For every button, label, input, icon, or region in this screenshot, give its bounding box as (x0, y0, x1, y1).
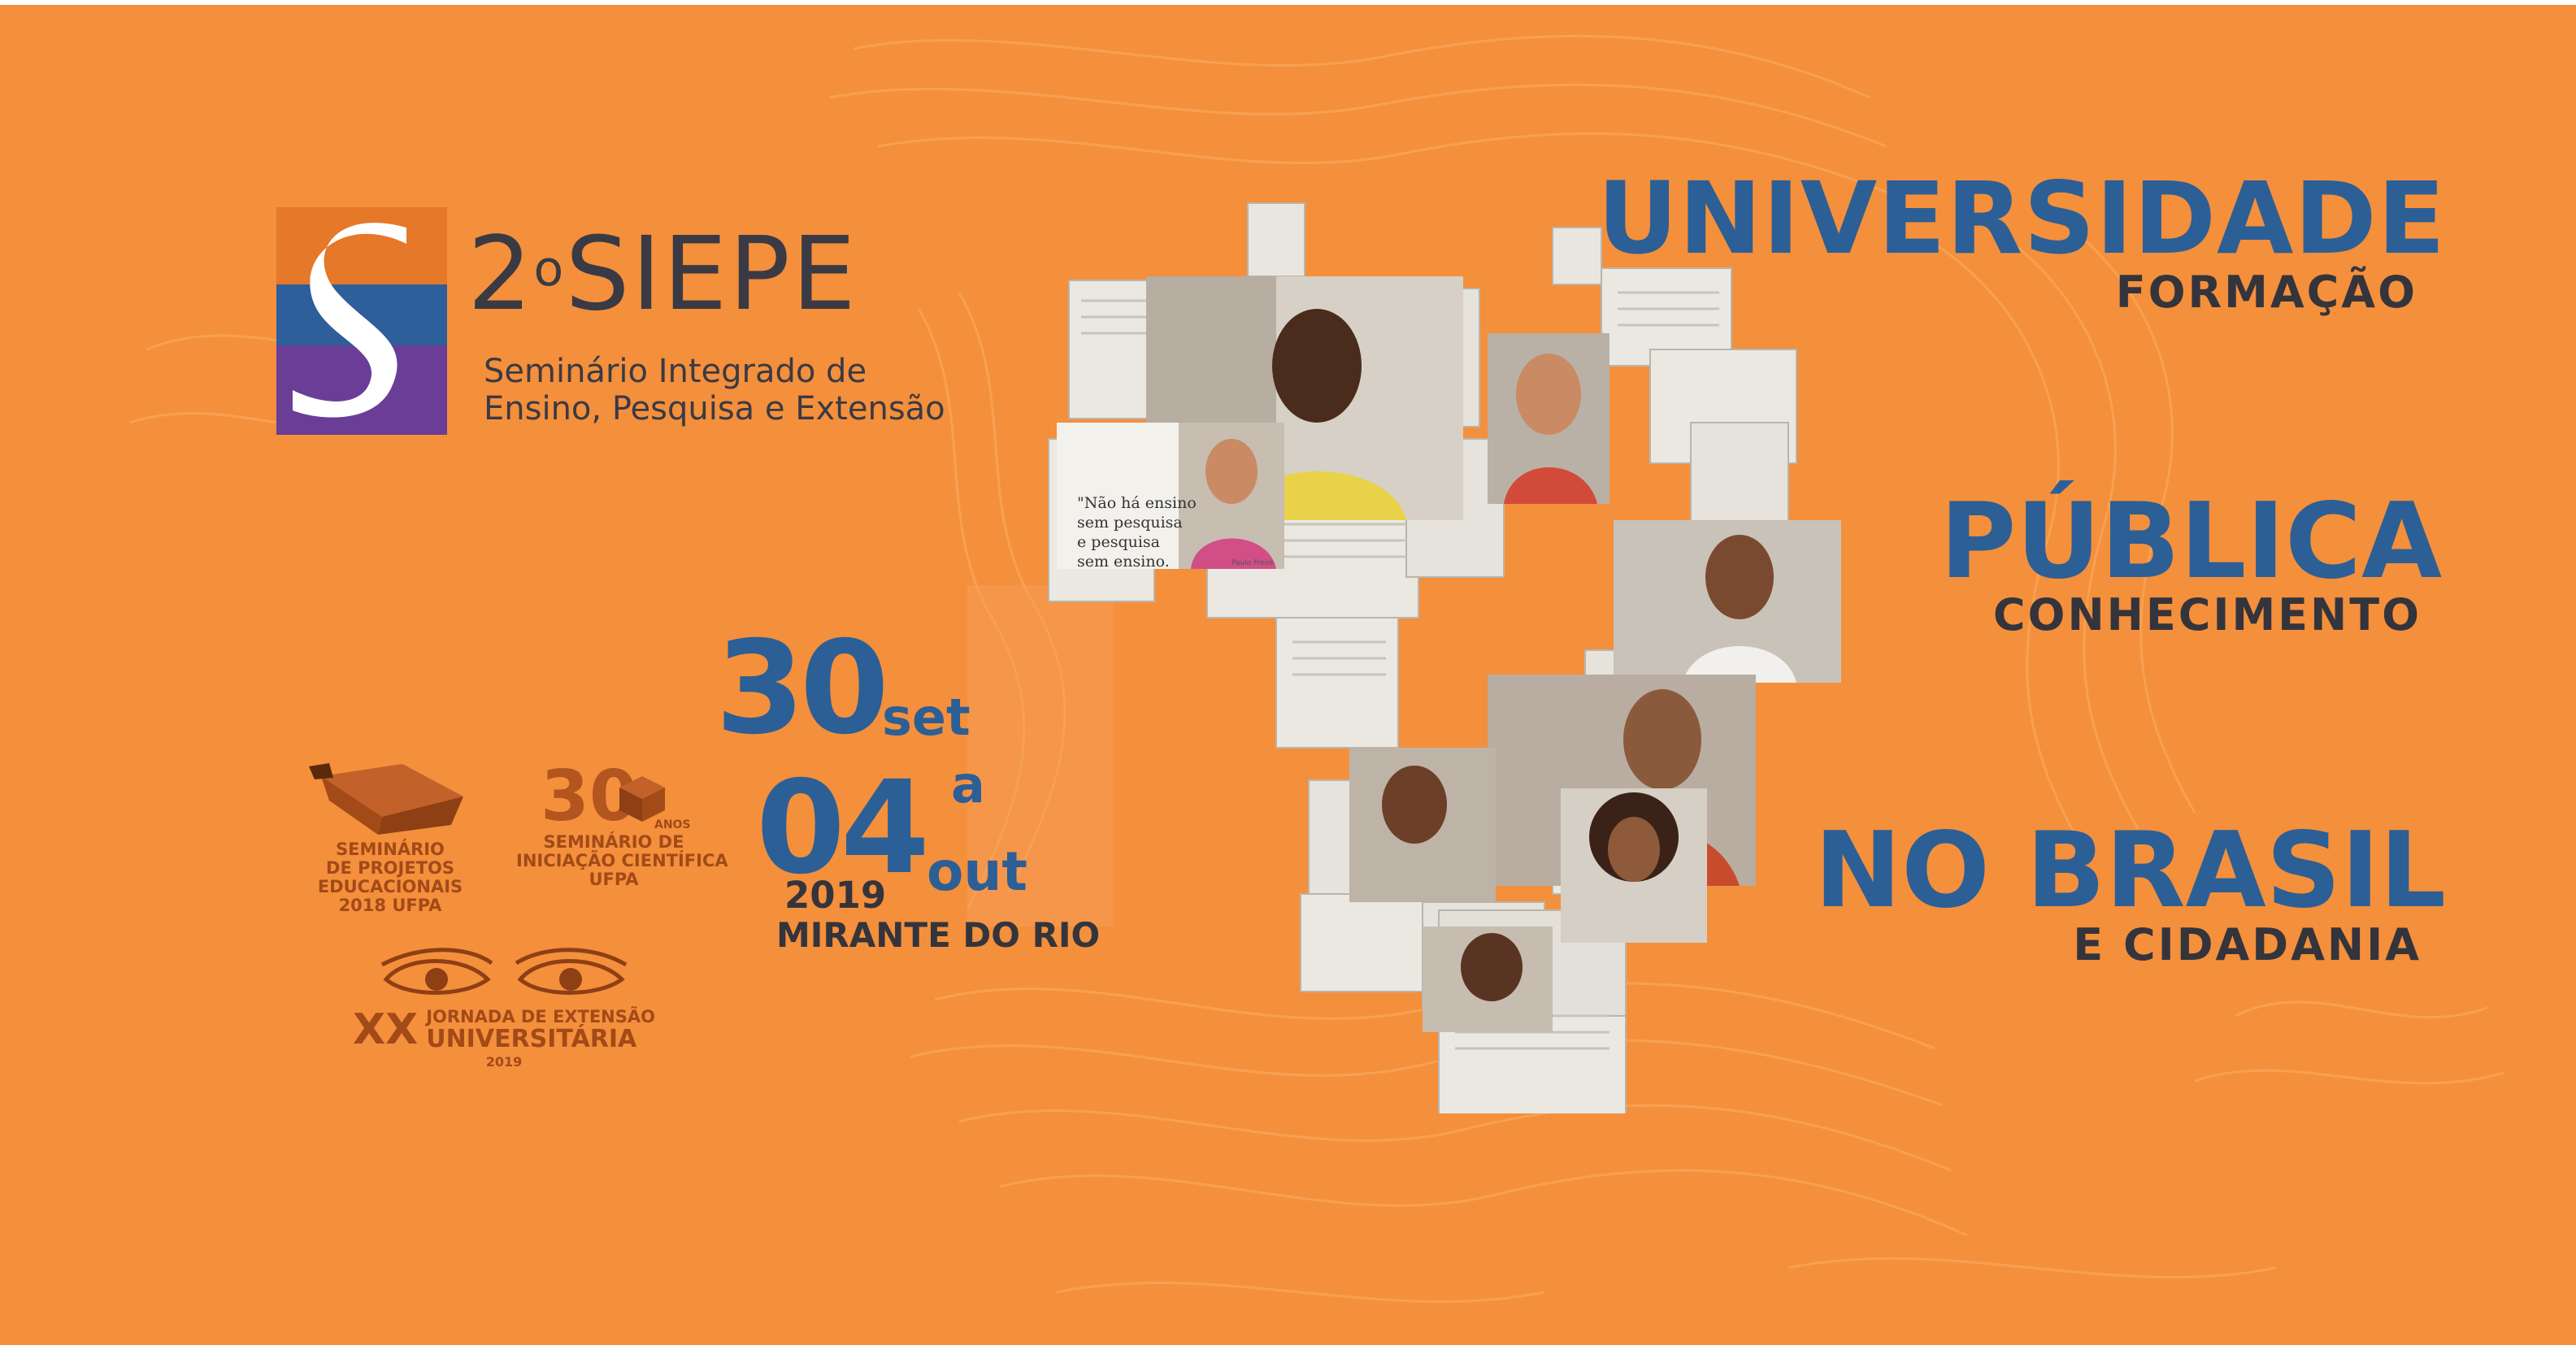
partner-2-line: INICIAÇÃO CIENTÍFICA (516, 851, 728, 870)
graduation-cap-icon (309, 763, 463, 835)
partner-2-line: UFPA (589, 870, 639, 889)
event-subtitle-line1: Seminário Integrado de (484, 353, 867, 390)
title-name: SIEPE (565, 215, 858, 333)
headline-sub-2: CONHECIMENTO (1992, 589, 2422, 640)
title-number: 2 (467, 215, 534, 333)
title-ordinal: o (533, 241, 566, 297)
partner-1-line: DE PROJETOS (326, 858, 454, 878)
partner-3-row: XX JORNADA DE EXTENSÃO UNIVERSITÁRIA (353, 1007, 655, 1052)
partner-logo-iniciacao-cientifica: 30 ANOS SEMINÁRIO DE INICIAÇÃO CIENTÍFIC… (516, 762, 728, 889)
end-month: out (927, 840, 1027, 903)
headline-sub-3: E CIDADANIA (2073, 919, 2422, 970)
partner-1-line: 2018 UFPA (338, 896, 442, 915)
end-day: 04 (756, 753, 930, 903)
partner-3-line: UNIVERSITÁRIA (426, 1024, 637, 1053)
siepe-logo: 2oSIEPE Seminário Integrado de Ensino, P… (276, 207, 984, 443)
partner-2-badge: ANOS (654, 818, 691, 831)
partner-1-line: EDUCACIONAIS (317, 877, 463, 896)
headline-word-1: UNIVERSIDADE (1597, 161, 2446, 276)
siepe-s-mark (276, 207, 447, 435)
eyes-icon (380, 948, 628, 995)
event-title: 2oSIEPE (467, 223, 858, 325)
bottom-edge (0, 1345, 2576, 1354)
partner-logo-jornada-extensao: XX JORNADA DE EXTENSÃO UNIVERSITÁRIA 201… (353, 947, 655, 1071)
start-month: set (882, 688, 971, 747)
date-separator: a (951, 755, 985, 814)
headline-word-2: PÚBLICA (1940, 481, 2443, 602)
event-subtitle-line2: Ensino, Pesquisa e Extensão (484, 390, 945, 427)
quote-attribution: Paulo Freire (1232, 559, 1275, 567)
brazil-map-collage: "Não há ensino sem pesquisa e pesquisa s… (1048, 202, 1841, 1113)
event-year: 2019 (784, 874, 887, 917)
partner-2-emblem: 30 ANOS (516, 762, 711, 833)
headline-sub-1: FORMAÇÃO (2115, 267, 2417, 318)
event-banner: 2oSIEPE Seminário Integrado de Ensino, P… (0, 0, 2576, 1354)
partner-3-text: JORNADA DE EXTENSÃO UNIVERSITÁRIA (426, 1006, 655, 1053)
headline-word-3: NO BRASIL (1814, 810, 2446, 931)
partner-3-year: 2019 (485, 1054, 523, 1070)
cube-icon (619, 776, 665, 822)
partner-logo-projetos-educacionais: SEMINÁRIO DE PROJETOS EDUCACIONAIS 2018 … (305, 760, 476, 915)
start-day: 30 (715, 614, 889, 763)
partner-3-numeral: XX (353, 1005, 419, 1054)
partner-1-line: SEMINÁRIO (336, 840, 445, 859)
partner-3-line: JORNADA DE EXTENSÃO (426, 1006, 655, 1026)
top-edge (0, 0, 2576, 5)
